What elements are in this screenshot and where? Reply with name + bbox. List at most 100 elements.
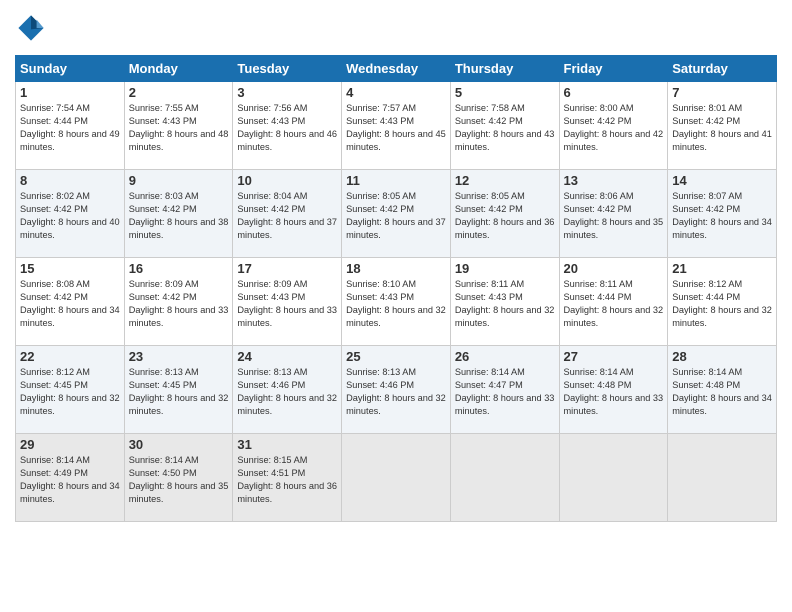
- calendar-cell: 24 Sunrise: 8:13 AM Sunset: 4:46 PM Dayl…: [233, 346, 342, 434]
- cell-content: Sunrise: 7:56 AM Sunset: 4:43 PM Dayligh…: [237, 102, 337, 154]
- day-number: 15: [20, 261, 120, 276]
- day-number: 20: [564, 261, 664, 276]
- day-number: 28: [672, 349, 772, 364]
- calendar-cell: 8 Sunrise: 8:02 AM Sunset: 4:42 PM Dayli…: [16, 170, 125, 258]
- calendar-cell: [342, 434, 451, 522]
- day-number: 11: [346, 173, 446, 188]
- cell-content: Sunrise: 8:00 AM Sunset: 4:42 PM Dayligh…: [564, 102, 664, 154]
- cell-content: Sunrise: 8:09 AM Sunset: 4:43 PM Dayligh…: [237, 278, 337, 330]
- cell-content: Sunrise: 8:09 AM Sunset: 4:42 PM Dayligh…: [129, 278, 229, 330]
- calendar-cell: 6 Sunrise: 8:00 AM Sunset: 4:42 PM Dayli…: [559, 82, 668, 170]
- day-number: 17: [237, 261, 337, 276]
- day-number: 31: [237, 437, 337, 452]
- calendar-cell: 7 Sunrise: 8:01 AM Sunset: 4:42 PM Dayli…: [668, 82, 777, 170]
- cell-content: Sunrise: 8:14 AM Sunset: 4:49 PM Dayligh…: [20, 454, 120, 506]
- calendar-cell: 22 Sunrise: 8:12 AM Sunset: 4:45 PM Dayl…: [16, 346, 125, 434]
- calendar-cell: [559, 434, 668, 522]
- calendar-cell: 17 Sunrise: 8:09 AM Sunset: 4:43 PM Dayl…: [233, 258, 342, 346]
- day-number: 18: [346, 261, 446, 276]
- header-row: SundayMondayTuesdayWednesdayThursdayFrid…: [16, 56, 777, 82]
- calendar-cell: 14 Sunrise: 8:07 AM Sunset: 4:42 PM Dayl…: [668, 170, 777, 258]
- col-header-saturday: Saturday: [668, 56, 777, 82]
- day-number: 22: [20, 349, 120, 364]
- cell-content: Sunrise: 8:04 AM Sunset: 4:42 PM Dayligh…: [237, 190, 337, 242]
- cell-content: Sunrise: 8:14 AM Sunset: 4:48 PM Dayligh…: [672, 366, 772, 418]
- calendar-cell: 3 Sunrise: 7:56 AM Sunset: 4:43 PM Dayli…: [233, 82, 342, 170]
- header: [15, 10, 777, 47]
- day-number: 30: [129, 437, 229, 452]
- calendar-cell: 31 Sunrise: 8:15 AM Sunset: 4:51 PM Dayl…: [233, 434, 342, 522]
- cell-content: Sunrise: 8:13 AM Sunset: 4:46 PM Dayligh…: [237, 366, 337, 418]
- day-number: 2: [129, 85, 229, 100]
- calendar-cell: [450, 434, 559, 522]
- cell-content: Sunrise: 7:57 AM Sunset: 4:43 PM Dayligh…: [346, 102, 446, 154]
- calendar-cell: 10 Sunrise: 8:04 AM Sunset: 4:42 PM Dayl…: [233, 170, 342, 258]
- cell-content: Sunrise: 8:06 AM Sunset: 4:42 PM Dayligh…: [564, 190, 664, 242]
- cell-content: Sunrise: 8:13 AM Sunset: 4:45 PM Dayligh…: [129, 366, 229, 418]
- day-number: 14: [672, 173, 772, 188]
- day-number: 21: [672, 261, 772, 276]
- calendar-cell: 25 Sunrise: 8:13 AM Sunset: 4:46 PM Dayl…: [342, 346, 451, 434]
- calendar-cell: 12 Sunrise: 8:05 AM Sunset: 4:42 PM Dayl…: [450, 170, 559, 258]
- day-number: 12: [455, 173, 555, 188]
- week-row-3: 15 Sunrise: 8:08 AM Sunset: 4:42 PM Dayl…: [16, 258, 777, 346]
- cell-content: Sunrise: 8:11 AM Sunset: 4:44 PM Dayligh…: [564, 278, 664, 330]
- calendar-cell: 11 Sunrise: 8:05 AM Sunset: 4:42 PM Dayl…: [342, 170, 451, 258]
- col-header-tuesday: Tuesday: [233, 56, 342, 82]
- cell-content: Sunrise: 8:07 AM Sunset: 4:42 PM Dayligh…: [672, 190, 772, 242]
- calendar-cell: 9 Sunrise: 8:03 AM Sunset: 4:42 PM Dayli…: [124, 170, 233, 258]
- calendar-cell: 27 Sunrise: 8:14 AM Sunset: 4:48 PM Dayl…: [559, 346, 668, 434]
- col-header-sunday: Sunday: [16, 56, 125, 82]
- col-header-monday: Monday: [124, 56, 233, 82]
- calendar-cell: 5 Sunrise: 7:58 AM Sunset: 4:42 PM Dayli…: [450, 82, 559, 170]
- cell-content: Sunrise: 8:14 AM Sunset: 4:48 PM Dayligh…: [564, 366, 664, 418]
- day-number: 7: [672, 85, 772, 100]
- day-number: 24: [237, 349, 337, 364]
- day-number: 27: [564, 349, 664, 364]
- calendar-cell: 30 Sunrise: 8:14 AM Sunset: 4:50 PM Dayl…: [124, 434, 233, 522]
- calendar-cell: 4 Sunrise: 7:57 AM Sunset: 4:43 PM Dayli…: [342, 82, 451, 170]
- week-row-1: 1 Sunrise: 7:54 AM Sunset: 4:44 PM Dayli…: [16, 82, 777, 170]
- day-number: 9: [129, 173, 229, 188]
- calendar-cell: 28 Sunrise: 8:14 AM Sunset: 4:48 PM Dayl…: [668, 346, 777, 434]
- day-number: 16: [129, 261, 229, 276]
- calendar-cell: 29 Sunrise: 8:14 AM Sunset: 4:49 PM Dayl…: [16, 434, 125, 522]
- calendar-cell: [668, 434, 777, 522]
- col-header-wednesday: Wednesday: [342, 56, 451, 82]
- day-number: 5: [455, 85, 555, 100]
- calendar-cell: 23 Sunrise: 8:13 AM Sunset: 4:45 PM Dayl…: [124, 346, 233, 434]
- cell-content: Sunrise: 8:02 AM Sunset: 4:42 PM Dayligh…: [20, 190, 120, 242]
- cell-content: Sunrise: 8:12 AM Sunset: 4:44 PM Dayligh…: [672, 278, 772, 330]
- day-number: 10: [237, 173, 337, 188]
- week-row-4: 22 Sunrise: 8:12 AM Sunset: 4:45 PM Dayl…: [16, 346, 777, 434]
- day-number: 25: [346, 349, 446, 364]
- calendar-cell: 15 Sunrise: 8:08 AM Sunset: 4:42 PM Dayl…: [16, 258, 125, 346]
- cell-content: Sunrise: 7:58 AM Sunset: 4:42 PM Dayligh…: [455, 102, 555, 154]
- calendar-cell: 13 Sunrise: 8:06 AM Sunset: 4:42 PM Dayl…: [559, 170, 668, 258]
- cell-content: Sunrise: 7:54 AM Sunset: 4:44 PM Dayligh…: [20, 102, 120, 154]
- cell-content: Sunrise: 8:10 AM Sunset: 4:43 PM Dayligh…: [346, 278, 446, 330]
- day-number: 26: [455, 349, 555, 364]
- day-number: 4: [346, 85, 446, 100]
- calendar-cell: 2 Sunrise: 7:55 AM Sunset: 4:43 PM Dayli…: [124, 82, 233, 170]
- calendar-cell: 16 Sunrise: 8:09 AM Sunset: 4:42 PM Dayl…: [124, 258, 233, 346]
- cell-content: Sunrise: 8:08 AM Sunset: 4:42 PM Dayligh…: [20, 278, 120, 330]
- calendar-cell: 21 Sunrise: 8:12 AM Sunset: 4:44 PM Dayl…: [668, 258, 777, 346]
- calendar-cell: 18 Sunrise: 8:10 AM Sunset: 4:43 PM Dayl…: [342, 258, 451, 346]
- cell-content: Sunrise: 8:12 AM Sunset: 4:45 PM Dayligh…: [20, 366, 120, 418]
- calendar-cell: 19 Sunrise: 8:11 AM Sunset: 4:43 PM Dayl…: [450, 258, 559, 346]
- cell-content: Sunrise: 8:14 AM Sunset: 4:50 PM Dayligh…: [129, 454, 229, 506]
- cell-content: Sunrise: 8:11 AM Sunset: 4:43 PM Dayligh…: [455, 278, 555, 330]
- day-number: 23: [129, 349, 229, 364]
- page: SundayMondayTuesdayWednesdayThursdayFrid…: [0, 0, 792, 612]
- day-number: 8: [20, 173, 120, 188]
- day-number: 19: [455, 261, 555, 276]
- col-header-friday: Friday: [559, 56, 668, 82]
- logo-icon: [17, 14, 45, 42]
- day-number: 3: [237, 85, 337, 100]
- day-number: 1: [20, 85, 120, 100]
- week-row-5: 29 Sunrise: 8:14 AM Sunset: 4:49 PM Dayl…: [16, 434, 777, 522]
- col-header-thursday: Thursday: [450, 56, 559, 82]
- cell-content: Sunrise: 8:15 AM Sunset: 4:51 PM Dayligh…: [237, 454, 337, 506]
- day-number: 29: [20, 437, 120, 452]
